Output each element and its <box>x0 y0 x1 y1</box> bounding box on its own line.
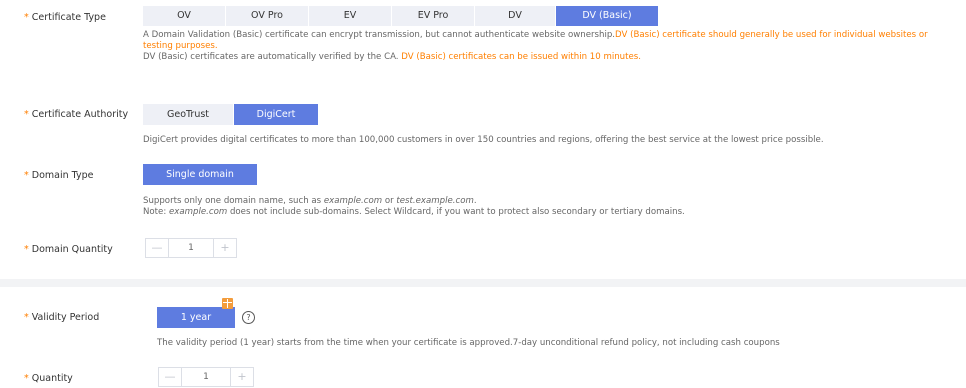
domain-type-desc-line2: Note: example.com does not include sub-d… <box>143 207 685 218</box>
domain-type-label: * Domain Type <box>24 170 93 181</box>
required-star-icon: * <box>24 170 29 181</box>
ca-option-digicert[interactable]: DigiCert <box>234 104 318 125</box>
cert-type-desc-line1: A Domain Validation (Basic) certificate … <box>143 30 928 41</box>
quantity-label-text: Quantity <box>31 373 73 384</box>
required-star-icon: * <box>24 12 29 23</box>
validity-period-label-text: Validity Period <box>31 312 100 323</box>
required-star-icon: * <box>24 373 29 384</box>
cert-type-option-dv-basic[interactable]: DV (Basic) <box>556 6 658 26</box>
domain-example-1: example.com <box>323 196 383 206</box>
domain-quantity-input[interactable] <box>169 239 213 257</box>
domain-type-desc-text: Supports only one domain name, such as <box>143 196 324 206</box>
validity-1-year-button[interactable]: 1 year <box>157 307 235 328</box>
domain-type-label-text: Domain Type <box>31 170 94 181</box>
cert-type-desc-auto: DV (Basic) certificates are automaticall… <box>143 52 402 62</box>
certificate-authority-label-text: Certificate Authority <box>31 109 129 120</box>
gift-icon <box>222 298 233 309</box>
required-star-icon: * <box>24 312 29 323</box>
domain-example-2: test.example.com <box>396 196 474 206</box>
cert-type-option-ev-pro[interactable]: EV Pro <box>392 6 474 26</box>
certificate-type-label-text: Certificate Type <box>31 12 106 23</box>
cert-type-option-ov[interactable]: OV <box>143 6 225 26</box>
quantity-label: * Quantity <box>24 373 73 384</box>
cert-type-option-ov-pro[interactable]: OV Pro <box>226 6 308 26</box>
domain-quantity-label: * Domain Quantity <box>24 244 113 255</box>
ca-option-geotrust[interactable]: GeoTrust <box>143 104 233 125</box>
section-divider <box>0 279 966 287</box>
domain-quantity-stepper: — + <box>145 238 237 258</box>
cert-type-desc-line3: DV (Basic) certificates are automaticall… <box>143 52 641 63</box>
quantity-increment-button[interactable]: + <box>230 368 253 386</box>
single-domain-button[interactable]: Single domain <box>143 164 257 185</box>
domain-quantity-increment-button[interactable]: + <box>213 239 236 257</box>
validity-period-desc: The validity period (1 year) starts from… <box>157 338 780 348</box>
domain-quantity-label-text: Domain Quantity <box>31 244 113 255</box>
domain-example-3: example.com <box>168 207 228 217</box>
certificate-type-label: * Certificate Type <box>24 12 106 23</box>
domain-type-desc-line1: Supports only one domain name, such as e… <box>143 196 477 207</box>
help-circle-icon[interactable]: ? <box>242 311 255 324</box>
validity-period-label: * Validity Period <box>24 312 99 323</box>
cert-type-desc-issue-time: DV (Basic) certificates can be issued wi… <box>401 52 641 62</box>
domain-type-desc-period: . <box>473 196 477 206</box>
domain-type-note-prefix: Note: <box>143 207 169 217</box>
certificate-authority-label: * Certificate Authority <box>24 109 128 120</box>
domain-type-note-text: does not include sub-domains. Select Wil… <box>227 207 685 217</box>
quantity-stepper: — + <box>158 367 254 387</box>
required-star-icon: * <box>24 244 29 255</box>
cert-type-desc-text: A Domain Validation (Basic) certificate … <box>143 30 616 40</box>
domain-type-desc-or: or <box>382 196 397 206</box>
cert-type-desc-warning: DV (Basic) certificate should generally … <box>615 30 928 40</box>
cert-type-option-ev[interactable]: EV <box>309 6 391 26</box>
quantity-input[interactable] <box>182 368 230 386</box>
quantity-decrement-button[interactable]: — <box>159 368 182 386</box>
cert-type-desc-line2: testing purposes. <box>143 41 218 51</box>
cert-type-option-dv[interactable]: DV <box>475 6 555 26</box>
ca-desc: DigiCert provides digital certificates t… <box>143 135 824 145</box>
domain-quantity-decrement-button[interactable]: — <box>146 239 169 257</box>
required-star-icon: * <box>24 109 29 120</box>
